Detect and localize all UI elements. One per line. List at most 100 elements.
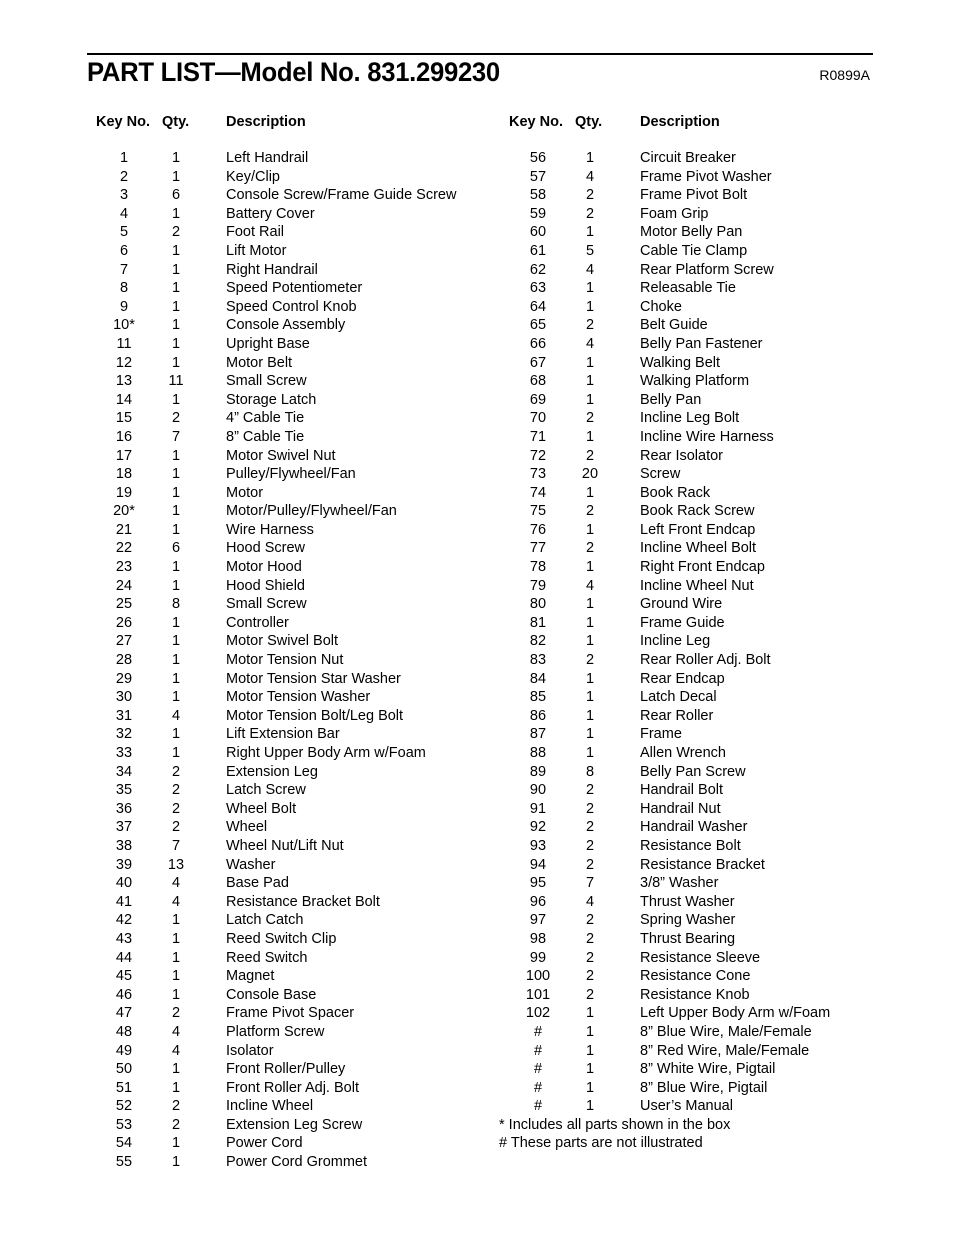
part-description: Latch Decal — [640, 689, 717, 706]
part-description: Allen Wrench — [640, 745, 726, 761]
part-key-no: # — [533, 1098, 543, 1115]
part-key-no: # — [533, 1023, 543, 1040]
part-qty: 1 — [585, 1023, 595, 1040]
part-row: 63 1 Releasable Tie — [0, 279, 954, 298]
part-row: 96 4 Thrust Washer — [0, 893, 954, 912]
part-key-no: 74 — [529, 484, 547, 501]
part-key-no: 72 — [529, 447, 547, 464]
part-row: #1 8” White Wire, Pigtail — [0, 1060, 954, 1079]
part-description: Belt Guide — [640, 317, 708, 334]
part-key-no: 71 — [529, 428, 547, 445]
part-row: #1 8” Blue Wire, Male/Female — [0, 1023, 954, 1042]
part-qty: 1 — [585, 1005, 595, 1022]
part-description: Cable Tie Clamp — [640, 242, 748, 259]
part-description: Incline Wheel Nut — [640, 577, 754, 594]
part-qty: 2 — [585, 930, 595, 947]
part-row: 83 2 Rear Roller Adj. Bolt — [0, 651, 954, 670]
part-description: Frame — [640, 726, 682, 743]
header-key-no: Key No. — [96, 114, 150, 130]
part-qty: 2 — [585, 540, 595, 557]
part-description: Spring Washer — [640, 912, 736, 929]
part-row: 81 1 Frame Guide — [0, 614, 954, 633]
part-qty: 2 — [585, 652, 595, 669]
part-qty: 2 — [585, 503, 595, 520]
part-description: Frame Guide — [640, 614, 725, 631]
part-qty: 1 — [585, 298, 595, 315]
part-key-no: 57 — [529, 168, 547, 185]
part-key-no: 97 — [529, 912, 547, 929]
part-qty: 1 — [585, 373, 595, 390]
part-description: Thrust Washer — [640, 893, 735, 910]
part-row: 67 1 Walking Belt — [0, 354, 954, 373]
part-row: 75 2 Book Rack Screw — [0, 502, 954, 521]
part-key-no: 67 — [529, 354, 547, 371]
part-row: 99 2 Resistance Sleeve — [0, 949, 954, 968]
part-description: 8” White Wire, Pigtail — [640, 1061, 776, 1078]
part-qty: 1 — [585, 707, 595, 724]
part-description: Book Rack — [640, 484, 711, 501]
part-row: 101 2 Resistance Knob — [0, 986, 954, 1005]
part-key-no: # — [533, 1061, 543, 1078]
part-qty: 1 — [585, 428, 595, 445]
part-description: Belly Pan Fastener — [640, 335, 763, 352]
part-qty: 1 — [171, 1154, 181, 1171]
part-qty: 2 — [585, 986, 595, 1003]
part-key-no: 70 — [529, 410, 547, 427]
parts-list-right: 56 1 Circuit Breaker 57 4 Frame Pivot Washer 5… — [0, 149, 954, 1153]
part-key-no: 84 — [529, 670, 547, 687]
part-row: 102 1 Left Upper Body Arm w/Foam — [0, 1004, 954, 1023]
part-qty: 1 — [585, 1042, 595, 1059]
part-description: Handrail Bolt — [640, 782, 724, 799]
part-qty: 2 — [585, 856, 595, 873]
part-key-no: 60 — [529, 224, 547, 241]
part-key-no: 73 — [529, 466, 547, 483]
part-row: 55 1 Power Cord Grommet — [0, 1153, 954, 1172]
part-description: 8” Red Wire, Male/Female — [640, 1042, 810, 1059]
part-row: 57 4 Frame Pivot Washer — [0, 168, 954, 187]
part-row: 72 2 Rear Isolator — [0, 447, 954, 466]
part-qty: 1 — [585, 1098, 595, 1115]
header-qty: Qty. — [162, 114, 190, 130]
part-row: 77 2 Incline Wheel Bolt — [0, 539, 954, 558]
part-row: 78 1 Right Front Endcap — [0, 558, 954, 577]
header-key-no: Key No. — [509, 114, 563, 130]
part-description: Book Rack Screw — [640, 503, 755, 520]
part-row: 56 1 Circuit Breaker — [0, 149, 954, 168]
part-qty: 1 — [585, 150, 595, 166]
part-qty: 2 — [585, 410, 595, 427]
part-key-no: 75 — [529, 503, 547, 520]
part-description: User’s Manual — [640, 1098, 733, 1115]
part-row: #1 8” Blue Wire, Pigtail — [0, 1079, 954, 1098]
part-description: Handrail Washer — [640, 819, 748, 836]
part-key-no: 93 — [529, 837, 547, 854]
part-description: Resistance Bolt — [640, 837, 741, 854]
part-key-no: 94 — [529, 856, 547, 873]
part-row: 59 2 Foam Grip — [0, 205, 954, 224]
part-key-no: 58 — [529, 187, 547, 204]
part-qty: 1 — [585, 391, 595, 408]
part-key-no: 95 — [529, 875, 547, 892]
footnote: # These parts are not illustrated — [0, 1134, 954, 1153]
part-row: 93 2 Resistance Bolt — [0, 837, 954, 856]
part-key-no: 86 — [529, 707, 547, 724]
part-qty: 4 — [585, 577, 595, 594]
part-qty: 2 — [585, 782, 595, 799]
part-description: Releasable Tie — [640, 280, 736, 297]
part-key-no: 61 — [529, 242, 547, 259]
header-description: Description — [226, 114, 306, 130]
header-qty: Qty. — [575, 114, 603, 130]
part-key-no: 80 — [529, 596, 547, 613]
part-qty: 4 — [585, 261, 595, 278]
part-row: 69 1 Belly Pan — [0, 391, 954, 410]
part-row: 100 2 Resistance Cone — [0, 967, 954, 986]
part-key-no: 77 — [529, 540, 547, 557]
footnote-text: * Includes all parts shown in the box — [499, 1116, 731, 1133]
part-key-no: 69 — [529, 391, 547, 408]
part-row: 61 5 Cable Tie Clamp — [0, 242, 954, 261]
part-row: 86 1 Rear Roller — [0, 707, 954, 726]
part-description: Rear Endcap — [640, 670, 725, 687]
part-qty: 2 — [585, 317, 595, 334]
part-row: 92 2 Handrail Washer — [0, 818, 954, 837]
part-row: 85 1 Latch Decal — [0, 688, 954, 707]
part-row: 87 1 Frame — [0, 725, 954, 744]
